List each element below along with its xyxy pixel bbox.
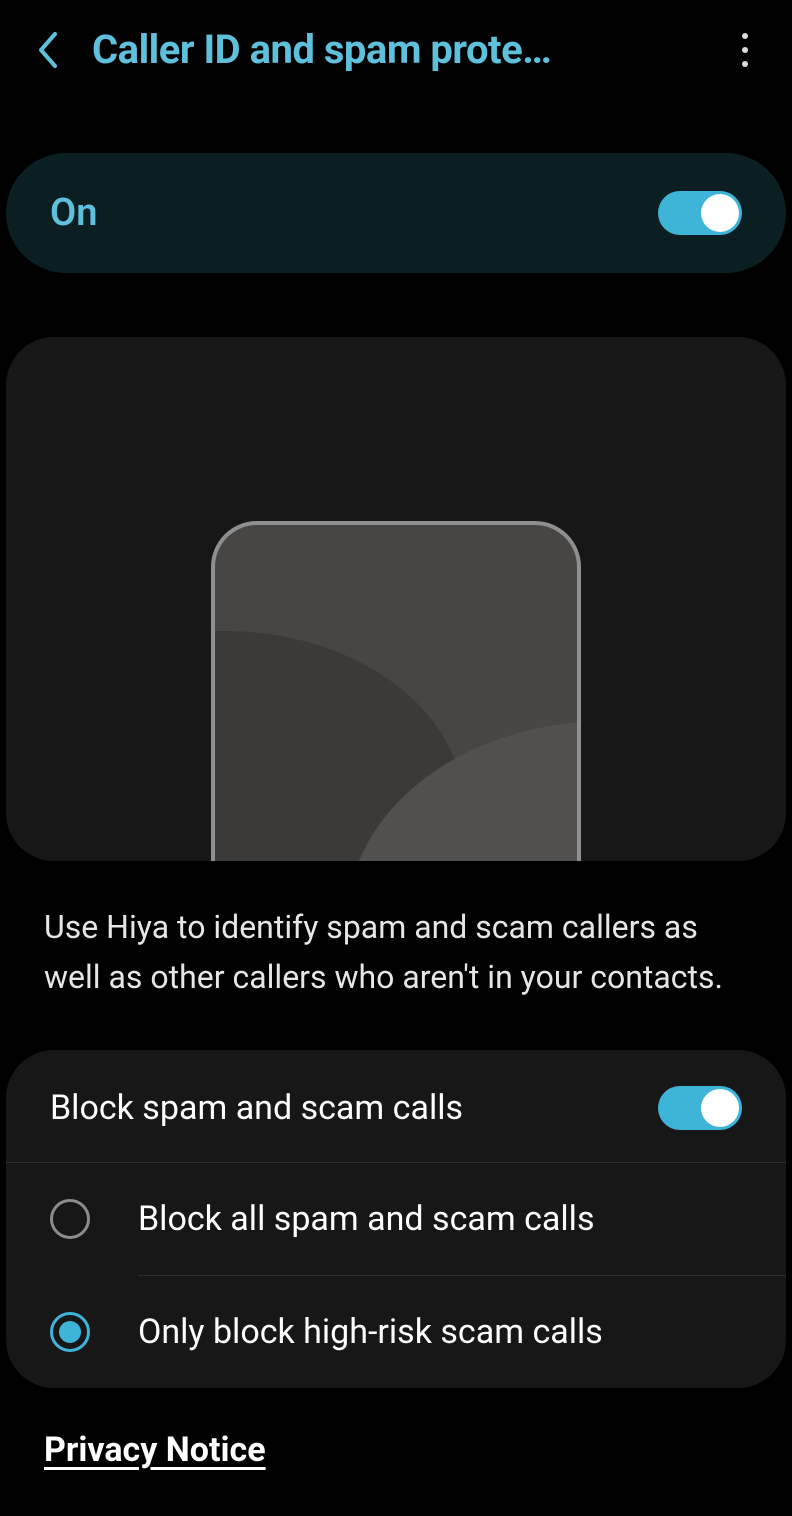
more-options-icon[interactable] xyxy=(722,27,768,73)
header: Caller ID and spam prote… xyxy=(0,0,792,95)
block-option-high-risk[interactable]: Only block high-risk scam calls xyxy=(6,1276,786,1388)
block-option-all[interactable]: Block all spam and scam calls xyxy=(6,1163,786,1275)
master-toggle-card: On xyxy=(6,153,786,273)
phone-icon xyxy=(211,521,581,861)
back-icon[interactable] xyxy=(24,27,70,73)
radio-icon xyxy=(50,1199,90,1239)
feature-description: Use Hiya to identify spam and scam calle… xyxy=(44,903,748,1002)
master-toggle[interactable] xyxy=(658,191,742,235)
toggle-knob xyxy=(701,1089,739,1127)
block-toggle[interactable] xyxy=(658,1086,742,1130)
radio-label: Only block high-risk scam calls xyxy=(138,1312,603,1352)
master-toggle-label: On xyxy=(50,191,97,235)
preview-illustration xyxy=(6,337,786,861)
privacy-notice-link[interactable]: Privacy Notice xyxy=(44,1430,748,1470)
radio-dot-icon xyxy=(59,1321,81,1343)
toggle-knob xyxy=(701,194,739,232)
radio-icon xyxy=(50,1312,90,1352)
page-title: Caller ID and spam prote… xyxy=(92,26,700,73)
block-options-card: Block spam and scam calls Block all spam… xyxy=(6,1050,786,1388)
block-toggle-label: Block spam and scam calls xyxy=(50,1088,463,1128)
block-toggle-row[interactable]: Block spam and scam calls xyxy=(6,1050,786,1163)
radio-label: Block all spam and scam calls xyxy=(138,1199,595,1239)
